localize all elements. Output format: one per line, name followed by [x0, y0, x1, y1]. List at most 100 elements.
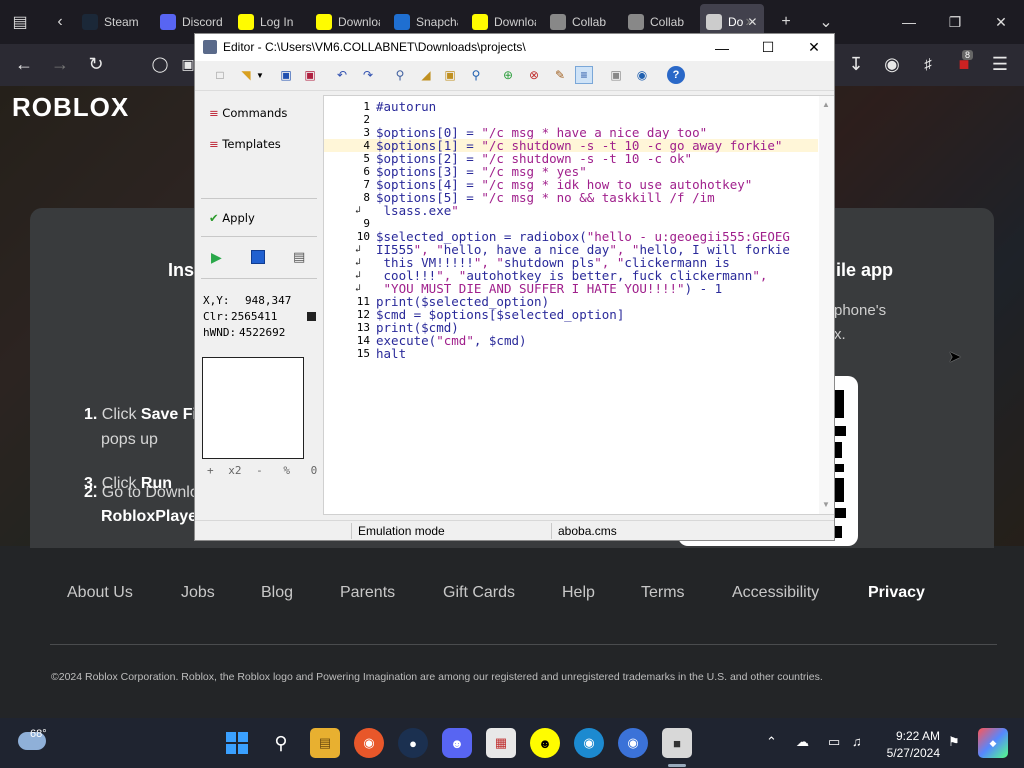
editor-taskbar-icon[interactable]: ■	[662, 728, 692, 758]
tab-label: Steam	[104, 15, 139, 29]
step-3: 3. Click Run	[84, 472, 172, 496]
ruler-icon[interactable]: ◢	[417, 66, 435, 84]
new-file-icon[interactable]: □	[211, 66, 229, 84]
onedrive-icon[interactable]: ☁	[796, 734, 809, 750]
close-button[interactable]: ✕	[978, 0, 1024, 44]
help-icon[interactable]: ?	[667, 66, 685, 84]
footer-link[interactable]: Terms	[641, 584, 685, 602]
account-icon[interactable]: ◉	[876, 48, 908, 80]
eye-icon[interactable]: ◉	[633, 66, 651, 84]
collab-icon	[550, 14, 566, 30]
zoom-reset-button[interactable]: 0	[311, 464, 318, 477]
apply-button[interactable]: ✔ Apply	[209, 211, 255, 225]
discord-icon[interactable]: ☻	[442, 728, 472, 758]
save-icon[interactable]: ▣	[277, 66, 295, 84]
extensions-icon[interactable]: ♯	[912, 48, 944, 80]
footer-link[interactable]: Parents	[340, 584, 395, 602]
copilot-icon[interactable]: ◆	[978, 728, 1008, 758]
line-number: 6	[363, 165, 370, 178]
download-icon[interactable]: ↧	[840, 48, 872, 80]
step-1-bold: Save Fi	[140, 406, 197, 423]
restore-button[interactable]: ❐	[932, 0, 978, 44]
chrome-icon[interactable]: ◉	[618, 728, 648, 758]
snapchat-icon	[238, 14, 254, 30]
scroll-tabs-left-icon[interactable]: ‹	[44, 6, 76, 38]
editor-close-button[interactable]: ✕	[791, 34, 837, 61]
footer-link[interactable]: Help	[562, 584, 595, 602]
editor-title-bar[interactable]: Editor - C:\Users\VM6.COLLABNET\Download…	[195, 34, 834, 61]
edge-icon[interactable]: ◉	[574, 728, 604, 758]
footer-link[interactable]: Privacy	[868, 584, 925, 602]
firefox-icon[interactable]: ◉	[354, 728, 384, 758]
line-number: 2	[363, 113, 370, 126]
store-icon[interactable]: ▦	[486, 728, 516, 758]
zoom-in-button[interactable]: +	[207, 464, 214, 477]
code-editor[interactable]: 1 #autorun 2 3 $options[0] = "/c msg * have …	[323, 95, 834, 515]
line-number: 14	[356, 334, 370, 347]
steam-icon[interactable]: ●	[398, 728, 428, 758]
file-explorer-icon[interactable]: ▤	[310, 728, 340, 758]
code-line[interactable]: ↲ lsass.exe"	[324, 204, 818, 217]
clock-date[interactable]: 5/27/2024	[872, 746, 940, 760]
find-icon[interactable]: ⚲	[391, 66, 409, 84]
footer-link[interactable]: About Us	[67, 584, 133, 602]
templates-button[interactable]: ≡ Templates	[209, 137, 281, 151]
code-line[interactable]: 15 halt	[324, 347, 818, 360]
clock-time[interactable]: 9:22 AM	[884, 729, 940, 743]
footer-link[interactable]: Gift Cards	[443, 584, 515, 602]
add-item-icon[interactable]: ⊕	[499, 66, 517, 84]
roblox-logo[interactable]: ROBLOX	[12, 92, 129, 123]
notification-bell-icon[interactable]: ⚑	[948, 734, 960, 750]
code-line[interactable]: 1 #autorun	[324, 100, 818, 113]
lock-toolbar-icon[interactable]: ▣	[607, 66, 625, 84]
footer-link[interactable]: Jobs	[181, 584, 215, 602]
zoom-out-button[interactable]: -	[256, 464, 263, 477]
editor-minimize-button[interactable]: —	[699, 34, 745, 61]
footer-divider	[50, 644, 997, 645]
tab-list-icon[interactable]: ▤	[4, 6, 36, 38]
zoom-percent-button[interactable]: %	[283, 464, 290, 477]
tab-label: Collab	[572, 15, 607, 29]
editor-maximize-button[interactable]: ☐	[745, 34, 791, 61]
menu-icon[interactable]: ☰	[984, 48, 1016, 80]
clipboard-icon[interactable]: ▣	[441, 66, 459, 84]
copyright-text: ©2024 Roblox Corporation. Roblox, the Ro…	[51, 671, 823, 683]
open-folder-icon[interactable]: ◥	[237, 66, 255, 84]
browser-tab[interactable]: Steam	[76, 4, 152, 40]
search-taskbar-icon[interactable]: ⚲	[266, 728, 296, 758]
window-picker-icon[interactable]: ≡	[575, 66, 593, 84]
run-icon[interactable]: ▶	[211, 250, 222, 266]
undo-icon[interactable]: ↶	[333, 66, 351, 84]
forward-icon[interactable]: →	[44, 48, 76, 80]
weather-temp[interactable]: 68°	[30, 728, 47, 740]
display-icon[interactable]: ▭	[828, 734, 840, 750]
volume-icon[interactable]: ♫	[852, 734, 862, 749]
commands-button[interactable]: ≡ Commands	[209, 106, 287, 120]
open-dropdown-icon[interactable]: ▼	[255, 66, 265, 84]
footer-link[interactable]: Blog	[261, 584, 293, 602]
delete-item-icon[interactable]: ⊗	[525, 66, 543, 84]
vertical-scrollbar[interactable]: ▲ ▼	[819, 96, 834, 514]
sidebar-divider-2	[201, 236, 317, 237]
show-hidden-icons-icon[interactable]: ⌃	[766, 734, 777, 750]
notepad-icon[interactable]: ▤	[293, 250, 305, 265]
line-number: 12	[356, 308, 370, 321]
stop-icon[interactable]	[251, 250, 265, 264]
zoom-level[interactable]: x2	[228, 464, 241, 477]
snapchat-icon[interactable]: ☻	[530, 728, 560, 758]
start-icon[interactable]	[222, 728, 252, 758]
clr-label: Clr:	[203, 310, 230, 323]
pick-color-icon[interactable]: ✎	[551, 66, 569, 84]
line-number: 10	[356, 230, 370, 243]
reload-icon[interactable]: ↻	[80, 48, 112, 80]
scroll-up-icon[interactable]: ▲	[822, 100, 830, 109]
back-icon[interactable]: ←	[8, 48, 40, 80]
redo-icon[interactable]: ↷	[359, 66, 377, 84]
minimize-button[interactable]: —	[886, 0, 932, 44]
checkmark-icon: ✔	[209, 211, 219, 225]
footer-link[interactable]: Accessibility	[732, 584, 819, 602]
scroll-down-icon[interactable]: ▼	[822, 500, 830, 509]
search-icon[interactable]: ⚲	[467, 66, 485, 84]
color-swatch	[307, 312, 316, 321]
save-all-icon[interactable]: ▣	[301, 66, 319, 84]
